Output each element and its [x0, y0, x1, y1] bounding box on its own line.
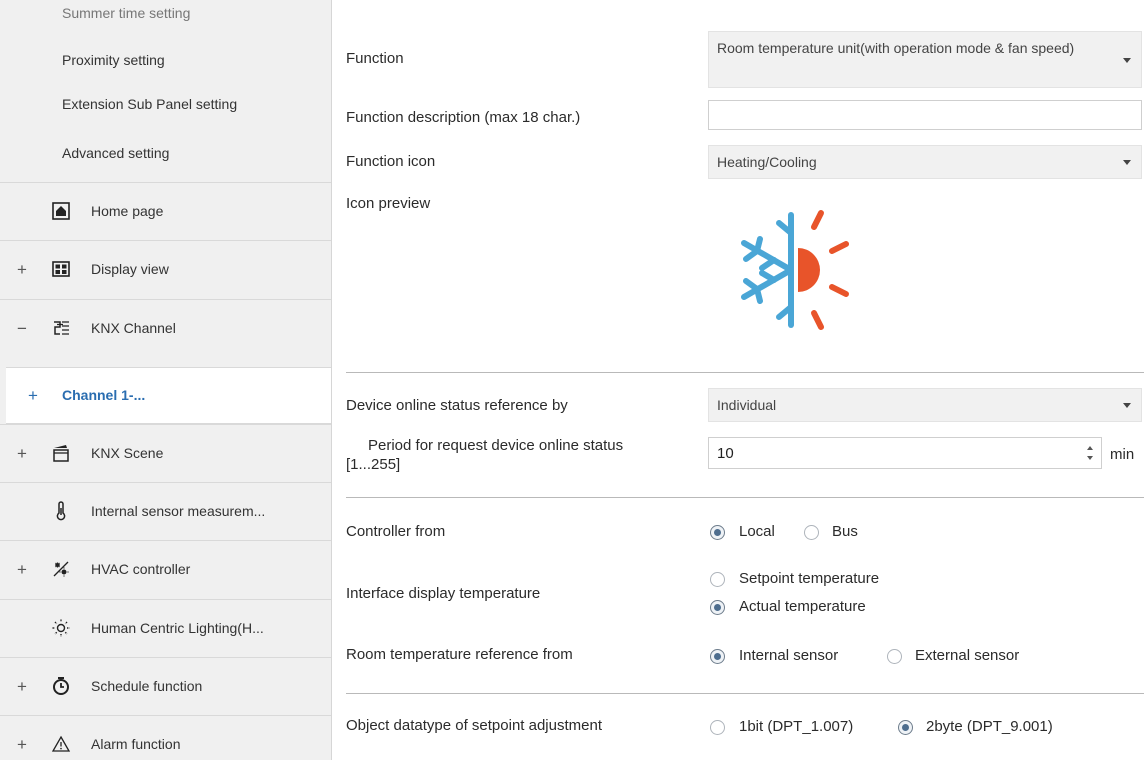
sidebar-item-schedule-function[interactable]: + Schedule function — [0, 657, 331, 714]
datatype-1bit-label[interactable]: 1bit (DPT_1.007) — [739, 718, 853, 735]
external-sensor-label[interactable]: External sensor — [915, 647, 1019, 664]
sidebar-item-label: Home page — [91, 203, 164, 219]
actual-temperature-radio[interactable] — [710, 600, 725, 615]
setpoint-temperature-radio[interactable] — [710, 572, 725, 587]
parameter-panel: Function Room temperature unit(with oper… — [332, 0, 1145, 760]
display-temperature-label: Interface display temperature — [346, 585, 541, 602]
period-label-line1: Period for request device online status — [368, 437, 624, 454]
function-description-label: Function description (max 18 char.) — [346, 109, 581, 126]
expand-toggle[interactable]: + — [16, 658, 28, 715]
divider — [346, 372, 1144, 373]
sidebar: Summer time setting Proximity setting Ex… — [0, 0, 332, 760]
alarm-icon — [51, 735, 71, 752]
actual-temperature-label[interactable]: Actual temperature — [739, 598, 866, 615]
sidebar-item-label: Internal sensor measurem... — [91, 503, 266, 519]
datatype-label: Object datatype of setpoint adjustment — [346, 717, 602, 734]
knx-channel-icon — [54, 321, 69, 335]
sidebar-item-label: HVAC controller — [91, 561, 191, 577]
display-view-icon — [52, 261, 70, 277]
room-temp-reference-label: Room temperature reference from — [346, 646, 573, 663]
divider — [346, 693, 1144, 694]
datatype-2byte-radio[interactable] — [898, 720, 913, 735]
sidebar-item-home-page[interactable]: Home page — [0, 182, 331, 239]
home-icon — [52, 202, 70, 220]
controller-from-local-radio[interactable] — [710, 525, 725, 540]
internal-sensor-radio[interactable] — [710, 649, 725, 664]
online-status-reference-select[interactable]: Individual — [708, 388, 1142, 422]
stepper-down-icon[interactable] — [1087, 456, 1093, 460]
chevron-down-icon — [1123, 160, 1131, 165]
sidebar-item-hvac-controller[interactable]: + HVAC controller — [0, 540, 331, 597]
expand-toggle[interactable]: + — [16, 541, 28, 598]
sidebar-item-channel-1[interactable]: + Channel 1-... — [6, 367, 331, 424]
sidebar-item-label: Channel 1-... — [62, 387, 146, 403]
heating-cooling-icon — [741, 210, 849, 330]
sidebar-item-knx-channel[interactable]: − KNX Channel — [0, 299, 331, 356]
hvac-icon — [53, 561, 69, 577]
period-value: 10 — [717, 445, 734, 462]
sidebar-item-label: KNX Scene — [91, 445, 164, 461]
period-label-line2: [1...255] — [346, 456, 401, 473]
chevron-down-icon — [1123, 403, 1131, 408]
function-icon-label: Function icon — [346, 153, 436, 170]
sidebar-item-label: Schedule function — [91, 678, 203, 694]
function-icon-select-value: Heating/Cooling — [717, 154, 817, 170]
sidebar-item-alarm-function[interactable]: + Alarm function — [0, 715, 331, 760]
sidebar-item-summer-time[interactable]: Summer time setting — [62, 5, 190, 21]
function-label: Function — [346, 50, 404, 67]
online-status-reference-label: Device online status reference by — [346, 397, 568, 414]
sidebar-item-advanced[interactable]: Advanced setting — [62, 145, 169, 161]
controller-from-bus-radio[interactable] — [804, 525, 819, 540]
sidebar-item-human-centric-lighting[interactable]: Human Centric Lighting(H... — [0, 599, 331, 656]
setpoint-temperature-label[interactable]: Setpoint temperature — [739, 570, 879, 587]
chevron-down-icon — [1123, 58, 1131, 63]
expand-toggle[interactable]: + — [16, 425, 28, 482]
sidebar-item-label: Alarm function — [91, 736, 181, 752]
expand-toggle[interactable]: + — [16, 716, 28, 760]
sidebar-item-label: Display view — [91, 261, 169, 277]
function-icon-select[interactable]: Heating/Cooling — [708, 145, 1142, 179]
sidebar-item-proximity[interactable]: Proximity setting — [62, 52, 165, 68]
internal-sensor-label[interactable]: Internal sensor — [739, 647, 838, 664]
sidebar-item-internal-sensor[interactable]: Internal sensor measurem... — [0, 482, 331, 539]
controller-from-label: Controller from — [346, 523, 446, 540]
function-description-input[interactable] — [708, 100, 1142, 130]
online-status-reference-value: Individual — [717, 397, 777, 413]
clock-icon — [53, 677, 69, 695]
sidebar-item-display-view[interactable]: + Display view — [0, 240, 331, 297]
collapse-toggle[interactable]: − — [16, 300, 28, 357]
scene-icon — [53, 445, 69, 462]
function-select-value: Room temperature unit(with operation mod… — [717, 40, 1075, 56]
sidebar-item-label: KNX Channel — [91, 320, 176, 336]
function-select[interactable]: Room temperature unit(with operation mod… — [708, 31, 1142, 88]
icon-preview-label: Icon preview — [346, 195, 431, 212]
expand-toggle[interactable]: + — [28, 368, 38, 423]
datatype-2byte-label[interactable]: 2byte (DPT_9.001) — [926, 718, 1053, 735]
external-sensor-radio[interactable] — [887, 649, 902, 664]
period-stepper[interactable]: 10 — [708, 437, 1102, 469]
controller-from-bus-label[interactable]: Bus — [832, 523, 858, 540]
datatype-1bit-radio[interactable] — [710, 720, 725, 735]
divider — [346, 497, 1144, 498]
sun-icon — [52, 619, 70, 637]
expand-toggle[interactable]: + — [16, 241, 28, 298]
stepper-up-icon[interactable] — [1087, 446, 1093, 450]
sidebar-item-knx-scene[interactable]: + KNX Scene — [0, 424, 331, 481]
sidebar-item-extension-sub-panel[interactable]: Extension Sub Panel setting — [62, 96, 237, 112]
sidebar-item-label: Human Centric Lighting(H... — [91, 620, 264, 636]
period-unit: min — [1110, 446, 1135, 463]
thermometer-icon — [56, 501, 66, 521]
controller-from-local-label[interactable]: Local — [739, 523, 775, 540]
